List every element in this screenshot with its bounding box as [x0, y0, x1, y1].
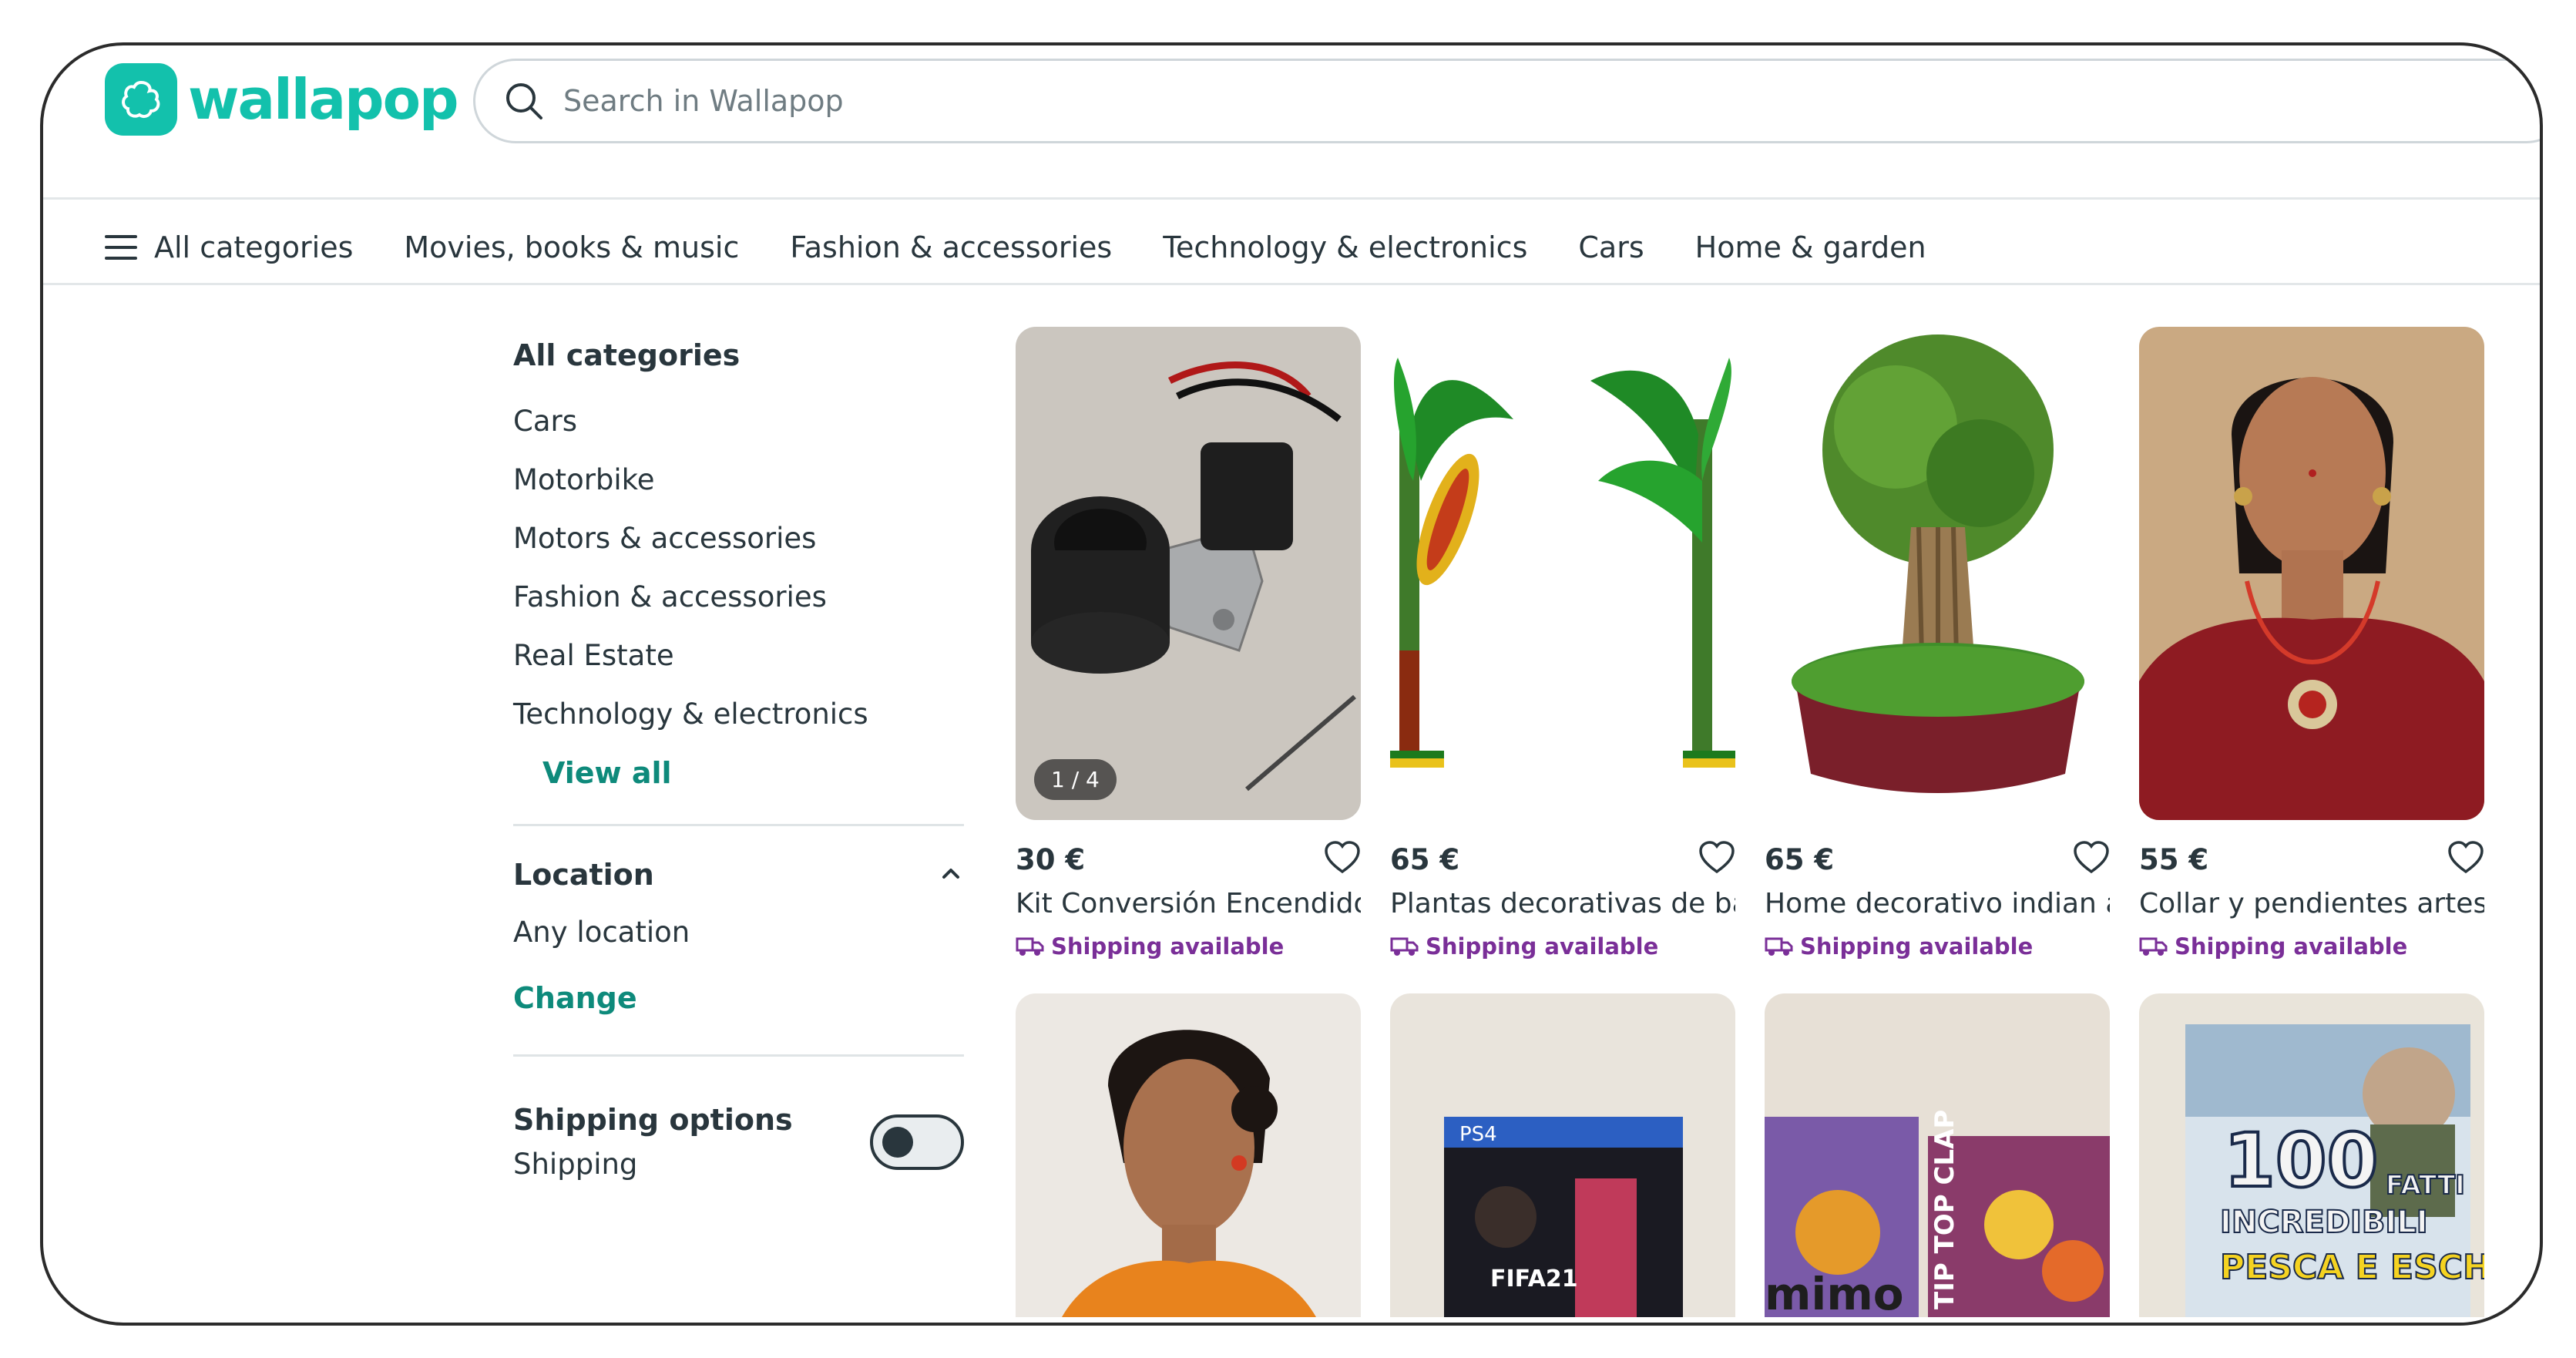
shipping-badge: Shipping available	[2139, 933, 2484, 960]
header: wallapop	[43, 45, 2540, 200]
book-incredibili-label: INCREDIBILI	[2220, 1205, 2428, 1240]
nav-item-movies-books-music[interactable]: Movies, books & music	[404, 230, 739, 264]
logo-wordmark: wallapop	[188, 67, 459, 132]
truck-icon	[1390, 937, 1419, 956]
shipping-filter: Shipping options Shipping	[513, 1103, 964, 1181]
sidebar-divider	[513, 824, 964, 826]
product-image-card-games[interactable]: mimo TIP TOP CLAP	[1765, 993, 2110, 1317]
product-card[interactable]: 65 € Home decorativo indian a... Shippin…	[1765, 327, 2110, 960]
search-icon	[503, 80, 545, 122]
image-pager: 1 / 4	[1034, 759, 1117, 800]
filter-category-motors-accessories[interactable]: Motors & accessories	[513, 509, 964, 568]
logo-icon	[105, 63, 177, 136]
filter-category-motorbike[interactable]: Motorbike	[513, 451, 964, 509]
hamburger-menu-icon[interactable]	[105, 234, 137, 261]
truck-icon	[2139, 937, 2168, 956]
product-title[interactable]: Plantas decorativas de ba...	[1390, 888, 1735, 919]
toggle-knob	[882, 1126, 913, 1158]
product-image-ignition-kit[interactable]: 1 / 4	[1016, 327, 1361, 820]
fifa21-label: FIFA21	[1490, 1266, 1578, 1292]
truck-icon	[1765, 937, 1793, 956]
product-image-decorative-plants[interactable]	[1390, 327, 1735, 820]
product-card[interactable]: 1 / 4 30 € Kit Conversión Encendido ... …	[1016, 327, 1361, 960]
sidebar-divider	[513, 1054, 964, 1057]
wallapop-logo[interactable]: wallapop	[105, 63, 459, 136]
filter-category-cars[interactable]: Cars	[513, 392, 964, 451]
product-card[interactable]: 65 € Plantas decorativas de ba... Shippi…	[1390, 327, 1735, 960]
heart-icon[interactable]	[1698, 841, 1735, 878]
product-card[interactable]: 100 FATTI INCREDIBILI PESCA E ESCHE	[2139, 993, 2484, 1317]
cutoff-shipping-label	[1016, 286, 1247, 303]
shipping-available-label: Shipping available	[1426, 933, 1659, 960]
nav-all-categories[interactable]: All categories	[154, 230, 353, 264]
nav-item-home-garden[interactable]: Home & garden	[1695, 230, 1926, 264]
book-fatti-label: FATTI	[2386, 1170, 2465, 1201]
product-card[interactable]: 55 € Collar y pendientes artesa... Shipp…	[2139, 327, 2484, 960]
shipping-label: Shipping	[513, 1148, 638, 1181]
product-image-fishing-book[interactable]: 100 FATTI INCREDIBILI PESCA E ESCHE	[2139, 993, 2484, 1317]
product-price: 65 €	[1765, 842, 1835, 876]
product-image-fifa21-ps4[interactable]: PS4 FIFA21	[1390, 993, 1735, 1317]
product-image-bonsai-decor[interactable]	[1765, 327, 2110, 820]
shipping-available-label: Shipping available	[1800, 933, 2034, 960]
location-filter-header[interactable]: Location	[513, 848, 964, 902]
truck-icon	[1016, 937, 1044, 956]
product-title[interactable]: Kit Conversión Encendido ...	[1016, 888, 1361, 919]
product-card[interactable]: PS4 FIFA21	[1390, 993, 1735, 1317]
shipping-available-label: Shipping available	[2175, 933, 2408, 960]
shipping-badge: Shipping available	[1016, 933, 1361, 960]
location-heading: Location	[513, 858, 654, 892]
mimo-label: mimo	[1765, 1268, 1904, 1317]
filter-category-fashion-accessories[interactable]: Fashion & accessories	[513, 568, 964, 627]
chevron-up-icon[interactable]	[938, 865, 964, 885]
heart-icon[interactable]	[2447, 841, 2484, 878]
product-title[interactable]: Collar y pendientes artesa...	[2139, 888, 2484, 919]
product-price: 30 €	[1016, 842, 1086, 876]
category-nav: All categories Movies, books & music Fas…	[105, 220, 1977, 274]
shipping-toggle[interactable]	[870, 1114, 964, 1170]
product-image-woman-portrait[interactable]	[1016, 993, 1361, 1317]
nav-item-cars[interactable]: Cars	[1578, 230, 1644, 264]
search-bar[interactable]	[473, 59, 2540, 143]
product-card[interactable]: mimo TIP TOP CLAP	[1765, 993, 2110, 1317]
view-all-categories-link[interactable]: View all	[542, 744, 964, 802]
product-title[interactable]: Home decorativo indian a...	[1765, 888, 2110, 919]
ps4-label: PS4	[1459, 1123, 1497, 1146]
change-location-link[interactable]: Change	[513, 963, 964, 1033]
nav-item-technology-electronics[interactable]: Technology & electronics	[1163, 230, 1527, 264]
product-image-necklace-earrings[interactable]	[2139, 327, 2484, 820]
filter-category-real-estate[interactable]: Real Estate	[513, 627, 964, 685]
product-price: 65 €	[1390, 842, 1460, 876]
book-pesca-label: PESCA E ESCHE	[2220, 1248, 2484, 1287]
filter-sidebar: All categories Cars Motorbike Motors & a…	[513, 338, 964, 1181]
product-price: 55 €	[2139, 842, 2209, 876]
book-number-label: 100	[2224, 1118, 2378, 1204]
shipping-badge: Shipping available	[1390, 933, 1735, 960]
heart-icon[interactable]	[2073, 841, 2110, 878]
filter-categories-heading[interactable]: All categories	[513, 338, 964, 372]
tip-top-clap-label: TIP TOP CLAP	[1929, 1110, 1960, 1309]
shipping-available-label: Shipping available	[1051, 933, 1285, 960]
shipping-badge: Shipping available	[1765, 933, 2110, 960]
heart-icon[interactable]	[1324, 841, 1361, 878]
filter-category-technology-electronics[interactable]: Technology & electronics	[513, 685, 964, 744]
nav-divider	[43, 283, 2540, 285]
browser-frame: wallapop All categories Movies, books & …	[40, 42, 2543, 1326]
search-input[interactable]	[562, 83, 2414, 119]
nav-item-fashion-accessories[interactable]: Fashion & accessories	[790, 230, 1112, 264]
shipping-options-heading: Shipping options	[513, 1103, 793, 1137]
product-card[interactable]	[1016, 993, 1361, 1317]
location-value: Any location	[513, 916, 690, 949]
